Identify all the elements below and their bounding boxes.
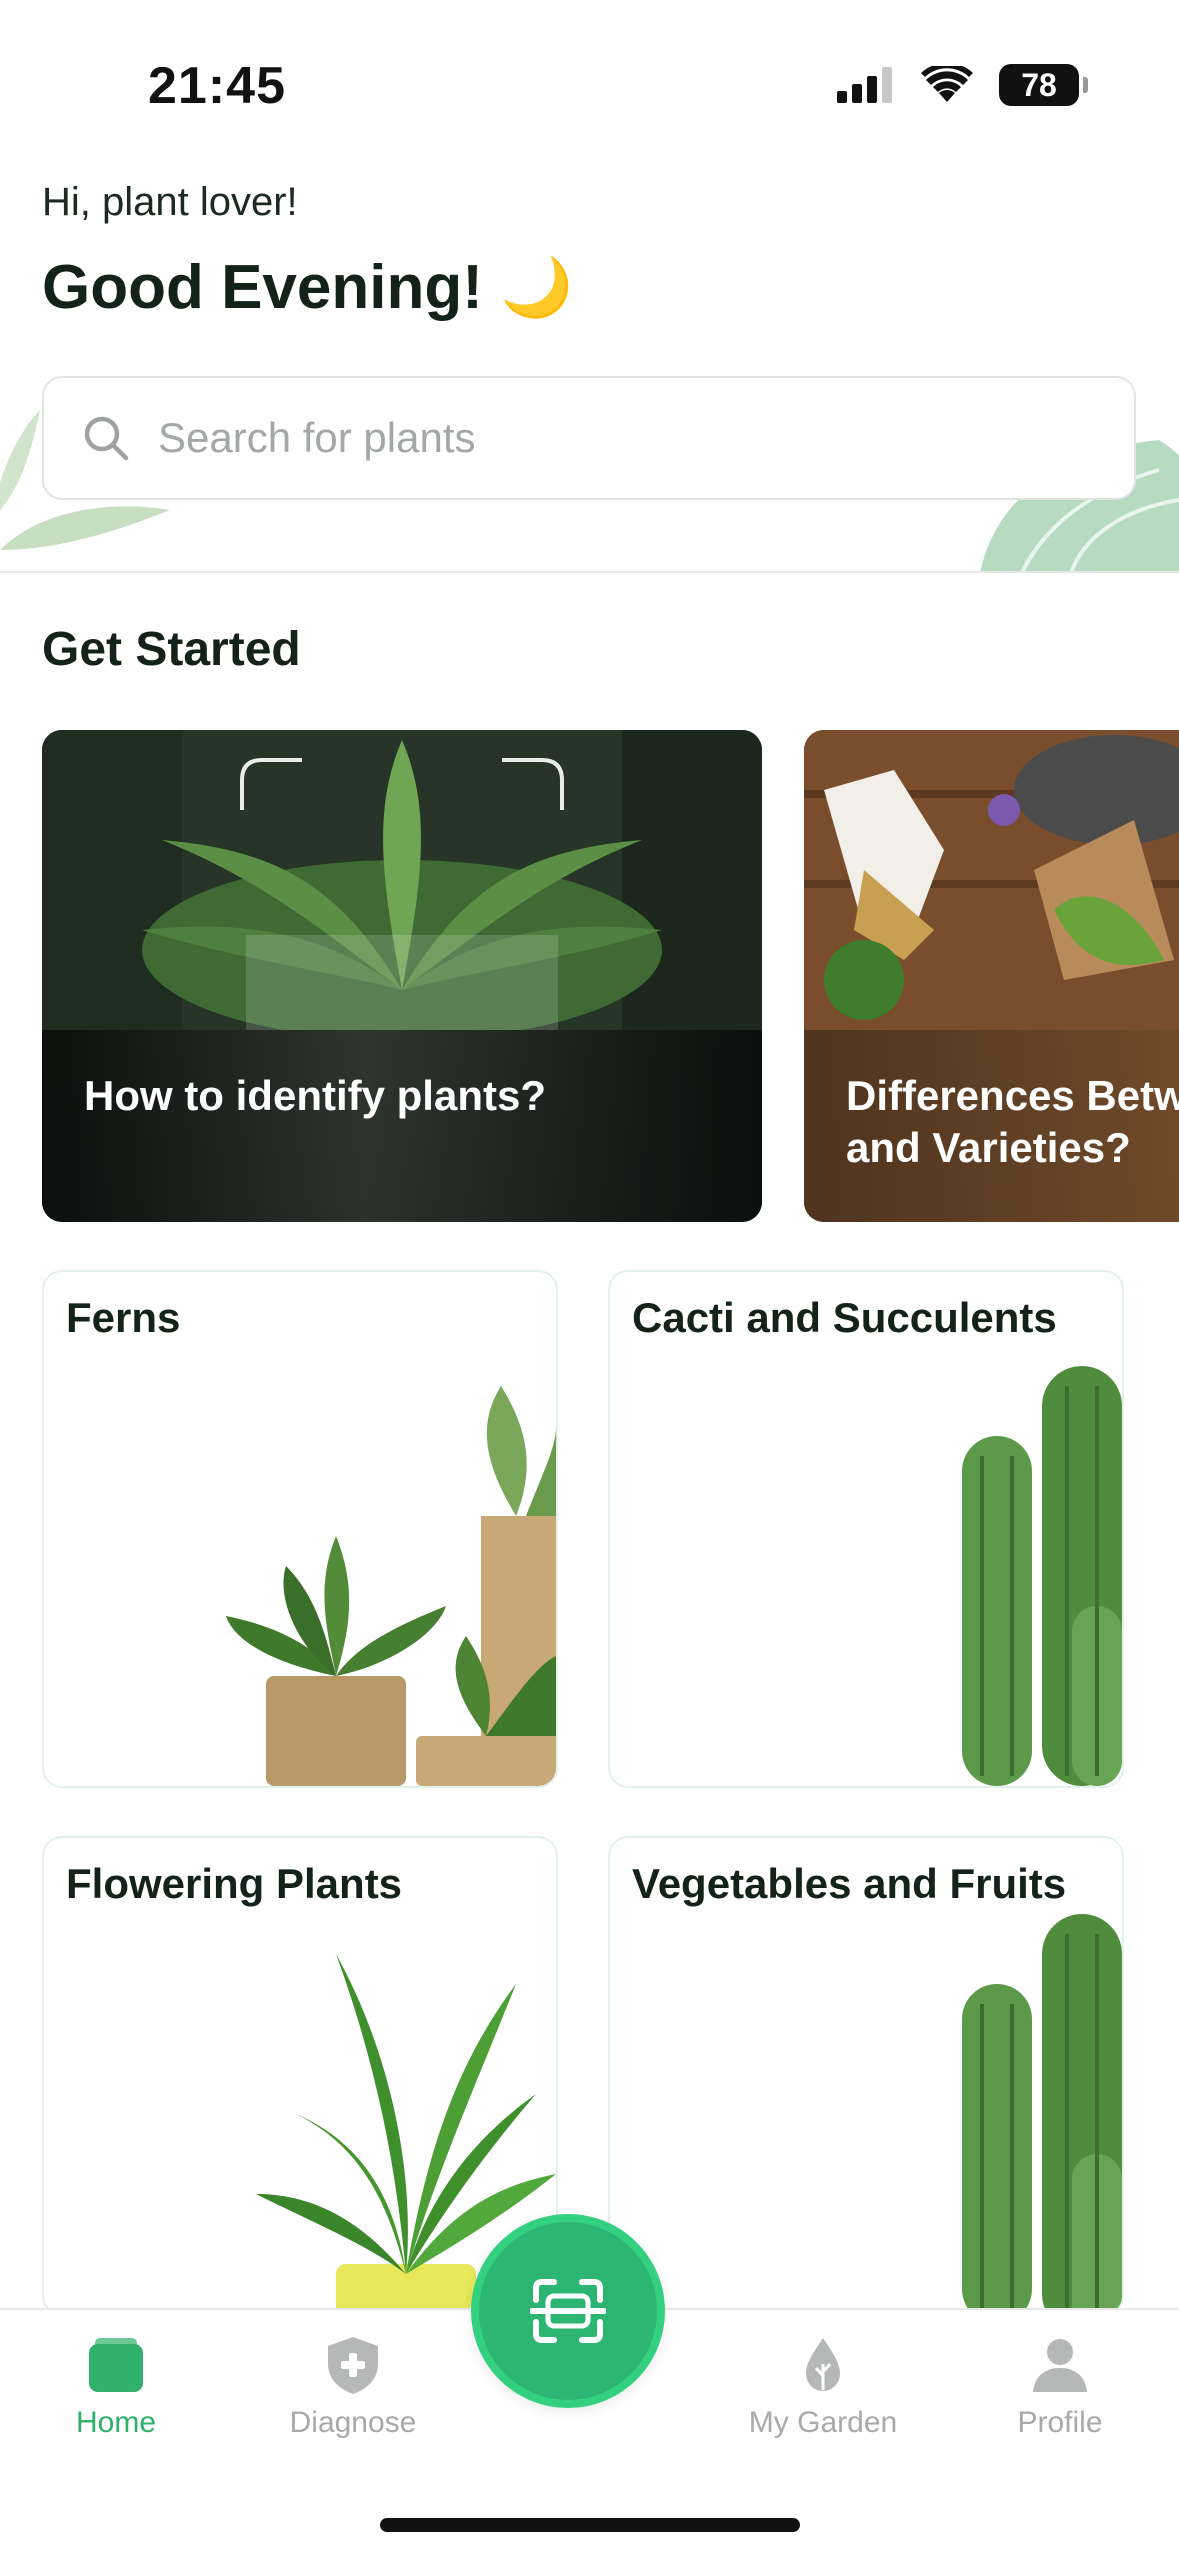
- vegetables-image: [962, 1914, 1122, 2314]
- home-indicator: [380, 2518, 800, 2532]
- moon-icon: 🌙: [500, 254, 574, 320]
- battery-level: 78: [1021, 66, 1057, 103]
- search-icon: [84, 416, 129, 461]
- category-label: Vegetables and Fruits: [632, 1860, 1067, 1907]
- home-icon: [89, 2338, 143, 2392]
- wifi-icon: [921, 66, 973, 102]
- category-label: Flowering Plants: [66, 1860, 403, 1907]
- get-started-card-identify[interactable]: How to identify plants?: [42, 730, 762, 1222]
- greeting-text: Hi, plant lover!: [42, 180, 298, 224]
- get-started-title: Get Started: [42, 623, 301, 676]
- plant-drop-icon: [806, 2338, 840, 2391]
- category-label: Ferns: [66, 1294, 181, 1341]
- headline-text: Good Evening!: [42, 253, 483, 322]
- plant-scan-image: [42, 730, 762, 1030]
- tab-label: Home: [75, 2406, 157, 2439]
- tab-diagnose[interactable]: Diagnose: [263, 2334, 443, 2440]
- garden-tools-image: [804, 730, 1179, 1030]
- greeting-headline: Good Evening! 🌙: [42, 252, 573, 323]
- shield-plus-icon: [328, 2337, 378, 2394]
- user-icon: [1033, 2339, 1087, 2392]
- status-bar: 21:45 78: [0, 0, 1179, 170]
- status-icons: 78: [837, 64, 1088, 106]
- category-card-flowering[interactable]: Flowering Plants: [42, 1836, 558, 2316]
- category-label: Cacti and Succulents: [632, 1294, 1057, 1341]
- cellular-signal-icon: [837, 67, 892, 103]
- category-card-ferns[interactable]: Ferns: [42, 1270, 558, 1788]
- get-started-card-differences[interactable]: Differences Betw and Varieties?: [804, 730, 1179, 1222]
- search-bar[interactable]: [42, 376, 1136, 500]
- tab-my-garden[interactable]: My Garden: [733, 2334, 913, 2440]
- cactus-image: [962, 1366, 1122, 1786]
- search-input[interactable]: [158, 414, 1058, 462]
- card-overlay: [42, 1030, 762, 1222]
- scan-plant-button[interactable]: [471, 2214, 665, 2408]
- get-started-card-label: How to identify plants?: [84, 1072, 546, 1119]
- tab-home[interactable]: Home: [26, 2334, 206, 2440]
- ferns-image: [226, 1386, 556, 1786]
- category-card-cacti[interactable]: Cacti and Succulents: [608, 1270, 1124, 1788]
- tab-label: Diagnose: [289, 2406, 417, 2439]
- tab-profile[interactable]: Profile: [970, 2334, 1150, 2440]
- tab-label: Profile: [1017, 2406, 1103, 2439]
- home-header: Hi, plant lover! Good Evening! 🌙: [0, 170, 1179, 573]
- category-card-vegetables[interactable]: Vegetables and Fruits: [608, 1836, 1124, 2316]
- battery-indicator: 78: [999, 64, 1088, 106]
- scan-icon: [530, 2279, 606, 2343]
- status-time: 21:45: [148, 57, 286, 115]
- get-started-card-label: Differences Betw and Varieties?: [846, 1072, 1179, 1171]
- tab-label: My Garden: [748, 2406, 898, 2439]
